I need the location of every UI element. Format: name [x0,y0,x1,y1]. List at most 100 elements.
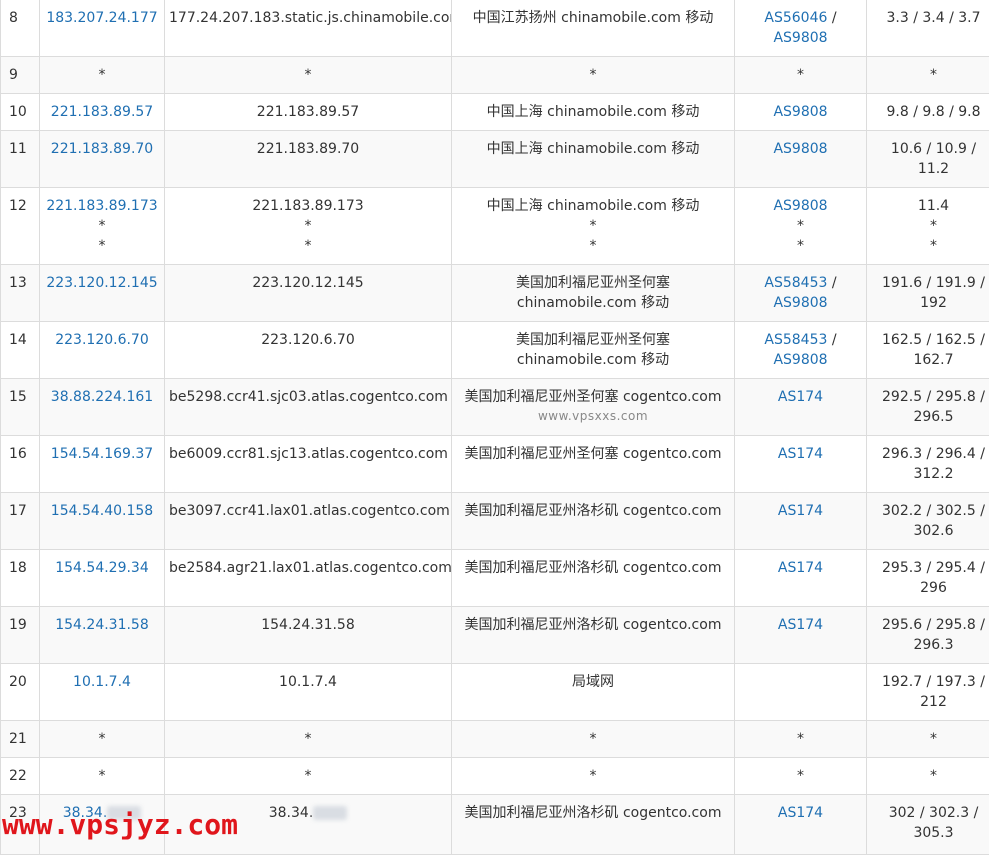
asn-link[interactable]: AS174 [778,617,823,633]
asn-link[interactable]: AS9808 [773,141,827,157]
latency-cell: 10.6 / 10.9 /11.2 [867,131,989,188]
ip-cell: 221.183.89.57 [40,94,165,131]
ip-link[interactable]: 221.183.89.70 [51,141,153,157]
hostname: be3097.ccr41.lax01.atlas.cogentco.com [169,501,447,521]
location-cell: 美国加利福尼亚州圣何塞chinamobile.com 移动 [452,265,735,322]
location-text: 美国加利福尼亚州圣何塞 cogentco.com [456,444,730,464]
ip-line: 10.1.7.4 [44,672,160,692]
hostname: 177.24.207.183.static.js.chinamobile.com [169,8,447,28]
location-cell: 美国加利福尼亚州洛杉矶 cogentco.com [452,493,735,550]
ip-line: 183.207.24.177 [44,8,160,28]
hop-number: 8 [9,10,18,26]
asn-link[interactable]: AS9808 [773,198,827,214]
asn-cell [735,664,867,721]
location-cell: * [452,758,735,795]
ip-line: 154.54.29.34 [44,558,160,578]
location-text: 中国江苏扬州 chinamobile.com 移动 [456,8,730,28]
asn-link[interactable]: AS174 [778,805,823,821]
ip-line: 221.183.89.70 [44,139,160,159]
hop-number: 12 [9,198,27,214]
ip-line: 223.120.12.145 [44,273,160,293]
ip-link[interactable]: 223.120.12.145 [46,275,157,291]
hostname: * [169,729,447,749]
hop-number: 10 [9,104,27,120]
asn-link[interactable]: AS58453 [764,275,827,291]
ip-link[interactable]: 221.183.89.57 [51,104,153,120]
ip-line: 154.54.169.37 [44,444,160,464]
asn-cell: * [735,57,867,94]
ip-link[interactable]: 38.88.224.161 [51,389,153,405]
ip-line: 154.24.31.58 [44,615,160,635]
ip-link[interactable]: 154.54.169.37 [51,446,153,462]
asn-separator: / [827,10,836,26]
ip-line: * [44,766,160,786]
asn-link[interactable]: AS9808 [773,104,827,120]
hostname-cell: 177.24.207.183.static.js.chinamobile.com [165,0,452,57]
location-text: 美国加利福尼亚州洛杉矶 cogentco.com [456,501,730,521]
hostname-cell: be5298.ccr41.sjc03.atlas.cogentco.com [165,379,452,436]
ip-link[interactable]: 221.183.89.173 [46,198,157,214]
asn-line: AS174 [739,444,862,464]
ip-cell: 223.120.12.145 [40,265,165,322]
location-cell: 中国上海 chinamobile.com 移动 [452,94,735,131]
asn-line: AS56046 / [739,8,862,28]
hop-row: 12221.183.89.173**221.183.89.173**中国上海 c… [1,188,989,265]
location-text: 中国上海 chinamobile.com 移动 [456,196,730,216]
ip-line: 38.88.224.161 [44,387,160,407]
asn-link[interactable]: AS9808 [773,352,827,368]
ip-line: 221.183.89.57 [44,102,160,122]
asn-line: AS174 [739,558,862,578]
latency-cell: 292.5 / 295.8 /296.5 [867,379,989,436]
hop-row: 19154.24.31.58154.24.31.58美国加利福尼亚州洛杉矶 co… [1,607,989,664]
latency-text: 162.5 / 162.5 / [871,330,989,350]
ip-link[interactable]: 154.54.40.158 [51,503,153,519]
asn-link[interactable]: AS9808 [773,30,827,46]
asn-link[interactable]: AS174 [778,503,823,519]
location-text: 美国加利福尼亚州洛杉矶 cogentco.com [456,615,730,635]
asn-link[interactable]: AS58453 [764,332,827,348]
hop-row: 8 183.207.24.177 177.24.207.183.static.js.… [1,0,989,57]
ip-timeout: * [44,236,160,256]
asn-timeout: * [797,238,804,254]
asn-line: AS58453 / [739,273,862,293]
ip-cell: 154.54.29.34 [40,550,165,607]
asn-link[interactable]: AS56046 [764,10,827,26]
asn-line: AS9808 [739,139,862,159]
ip-cell: 10.1.7.4 [40,664,165,721]
ip-link[interactable]: 154.54.29.34 [55,560,149,576]
asn-link[interactable]: AS174 [778,560,823,576]
asn-link[interactable]: AS174 [778,389,823,405]
latency-cell: 9.8 / 9.8 / 9.8 [867,94,989,131]
hop-number: 13 [9,275,27,291]
asn-link[interactable]: AS9808 [773,295,827,311]
latency-text: 296.5 [871,407,989,427]
ip-link[interactable]: 183.207.24.177 [46,10,157,26]
asn-line: AS9808 [739,196,862,216]
ip-link[interactable]: 154.24.31.58 [55,617,149,633]
hop-number: 15 [9,389,27,405]
hostname: * [169,236,447,256]
hostname: be2584.agr21.lax01.atlas.cogentco.com [169,558,447,578]
latency-cell: 302 / 302.3 /305.3 [867,795,989,855]
location-cell: 美国加利福尼亚州圣何塞chinamobile.com 移动 [452,322,735,379]
ip-link[interactable]: 10.1.7.4 [73,674,131,690]
asn-line: AS58453 / [739,330,862,350]
latency-cell: 3.3 / 3.4 / 3.7 [867,0,989,57]
ip-cell: 154.54.169.37 [40,436,165,493]
hop-number: 18 [9,560,27,576]
hostname: 223.120.12.145 [169,273,447,293]
asn-cell: AS174 [735,607,867,664]
hop-number: 16 [9,446,27,462]
asn-line: * [739,65,862,85]
latency-text: 212 [871,692,989,712]
asn-link[interactable]: AS174 [778,446,823,462]
hop-row: 15 38.88.224.161 be5298.ccr41.sjc03.atlas.… [1,379,989,436]
latency-cell: * [867,721,989,758]
ip-link[interactable]: 223.120.6.70 [55,332,149,348]
latency-cell: 191.6 / 191.9 /192 [867,265,989,322]
latency-text: * [871,65,989,85]
asn-line: * [739,766,862,786]
location-cell: 美国加利福尼亚州洛杉矶 cogentco.com [452,550,735,607]
location-text: * [456,65,730,85]
location-cell: 美国加利福尼亚州洛杉矶 cogentco.com [452,795,735,855]
